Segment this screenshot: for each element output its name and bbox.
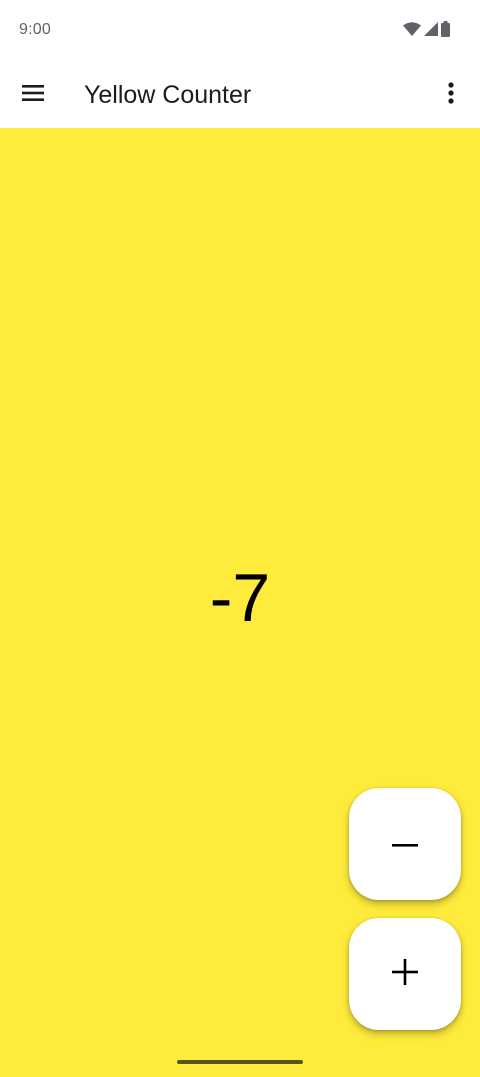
app-title: Yellow Counter bbox=[84, 81, 252, 109]
status-time: 9:00 bbox=[19, 21, 51, 38]
wifi-icon bbox=[403, 21, 421, 41]
cell-signal-icon bbox=[424, 21, 438, 41]
counter-area: -7 bbox=[0, 128, 480, 1077]
plus-icon bbox=[392, 958, 418, 990]
status-icons bbox=[403, 20, 450, 42]
more-vert-icon bbox=[448, 81, 454, 109]
battery-icon bbox=[441, 20, 450, 42]
counter-value: -7 bbox=[209, 560, 271, 636]
overflow-menu-button[interactable] bbox=[430, 74, 472, 116]
hamburger-menu-icon bbox=[22, 84, 44, 106]
increment-button[interactable] bbox=[349, 918, 461, 1030]
menu-button[interactable] bbox=[12, 74, 54, 116]
status-bar: 9:00 bbox=[0, 0, 480, 62]
app-bar: Yellow Counter bbox=[0, 62, 480, 128]
minus-icon bbox=[392, 835, 418, 853]
gesture-nav-handle[interactable] bbox=[177, 1060, 303, 1064]
decrement-button[interactable] bbox=[349, 788, 461, 900]
